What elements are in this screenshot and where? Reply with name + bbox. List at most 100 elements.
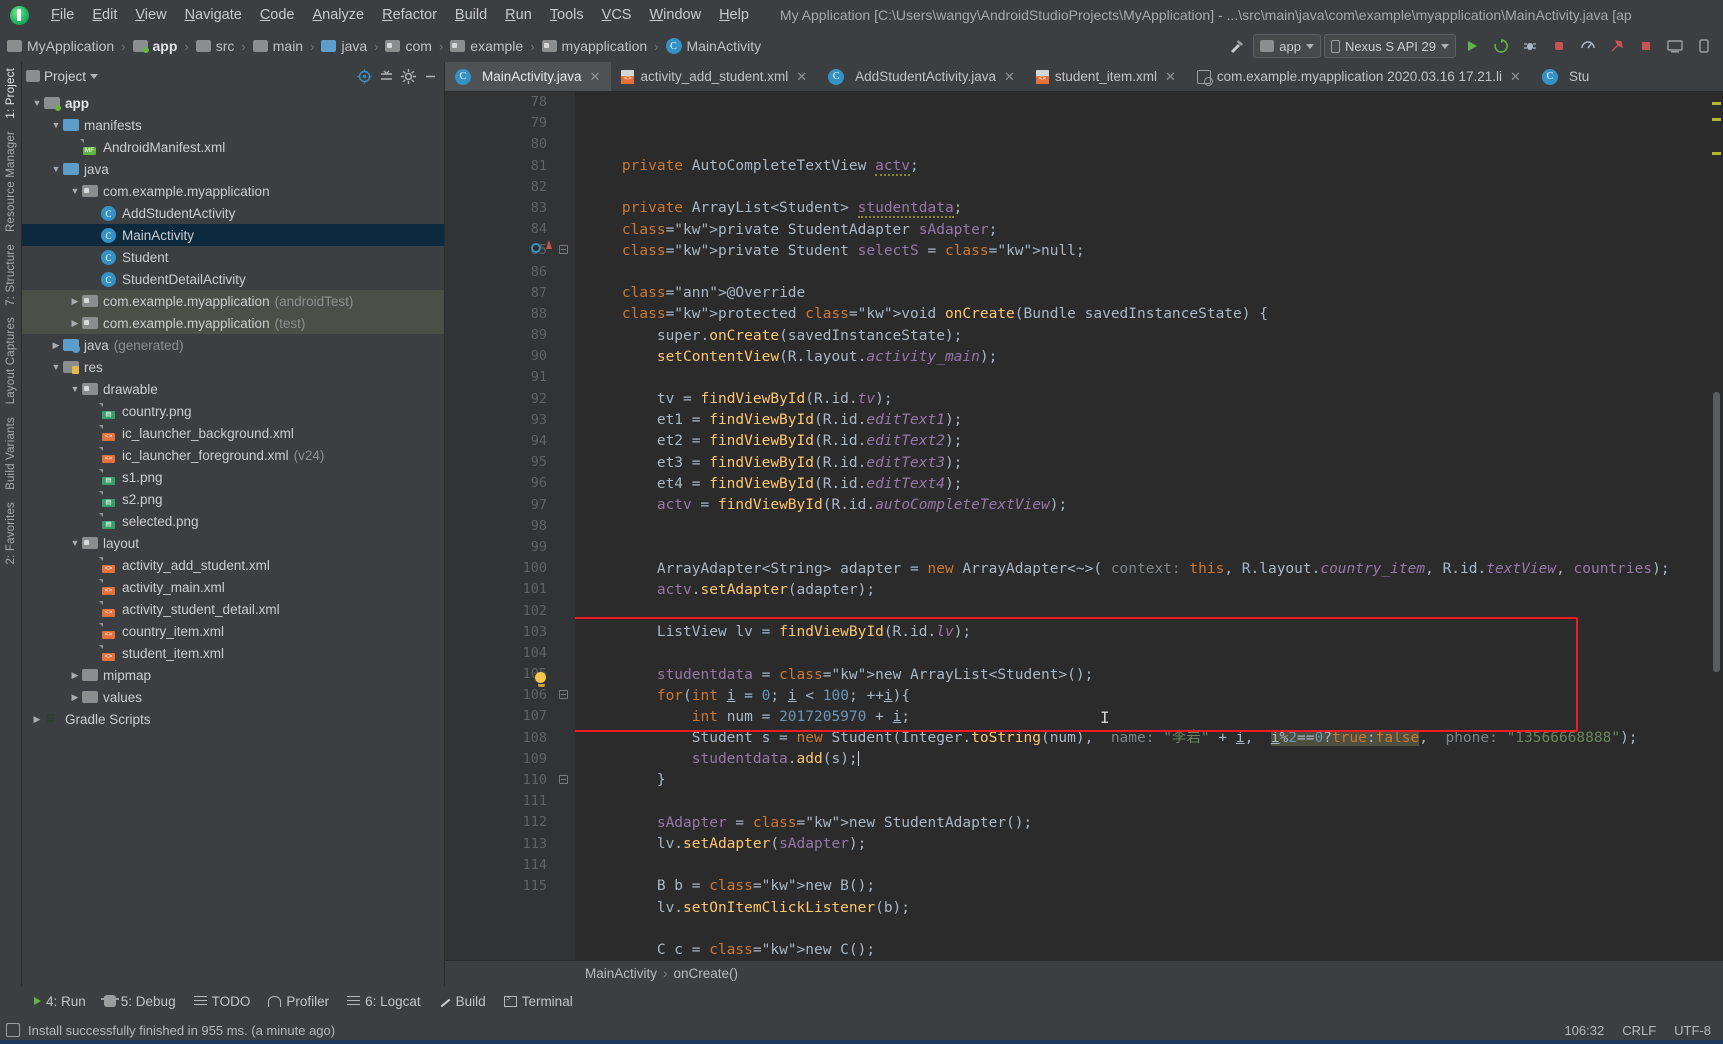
tree-item-studentdetailactivity[interactable]: C StudentDetailActivity bbox=[22, 268, 444, 290]
code-line-111[interactable] bbox=[587, 855, 1723, 876]
menu-edit[interactable]: Edit bbox=[83, 4, 126, 26]
tree-item-layout[interactable]: ▼ layout bbox=[22, 532, 444, 554]
tab-com-example-myapplication-2020-03-16-17-21-li[interactable]: com.example.myapplication 2020.03.16 17.… bbox=[1187, 62, 1532, 91]
breadcrumb-class[interactable]: MainActivity bbox=[585, 966, 657, 981]
code-line-87[interactable]: setContentView(R.layout.activity_main); bbox=[587, 347, 1723, 368]
breadcrumb-item-java[interactable]: java bbox=[318, 36, 370, 56]
code-line-79[interactable] bbox=[587, 177, 1723, 198]
code-line-93[interactable]: et4 = findViewById(R.id.editText4); bbox=[587, 474, 1723, 495]
code-line-97[interactable]: ArrayAdapter<String> adapter = new Array… bbox=[587, 559, 1723, 580]
tree-item-s1-png[interactable]: ▤ s1.png bbox=[22, 466, 444, 488]
code-line-80[interactable]: private ArrayList<Student> studentdata; bbox=[587, 198, 1723, 219]
tree-item-ic-launcher-background-xml[interactable]: <> ic_launcher_background.xml bbox=[22, 422, 444, 444]
code-line-113[interactable]: lv.setOnItemClickListener(b); bbox=[587, 898, 1723, 919]
close-icon[interactable]: ✕ bbox=[1004, 69, 1015, 85]
code-line-92[interactable]: et3 = findViewById(R.id.editText3); bbox=[587, 453, 1723, 474]
code-line-90[interactable]: et1 = findViewById(R.id.editText1); bbox=[587, 410, 1723, 431]
run-button[interactable] bbox=[1459, 34, 1485, 58]
chevron-down-icon[interactable]: ▼ bbox=[68, 538, 82, 548]
code-folding-strip[interactable] bbox=[555, 92, 575, 960]
tree-item-student[interactable]: C Student bbox=[22, 246, 444, 268]
code-line-104[interactable]: int num = 2017205970 + i; bbox=[587, 707, 1723, 728]
project-panel-title[interactable]: Project bbox=[26, 69, 99, 84]
menu-tools[interactable]: Tools bbox=[541, 4, 593, 26]
menu-run[interactable]: Run bbox=[496, 4, 541, 26]
collapse-all-icon[interactable] bbox=[376, 66, 396, 86]
chevron-right-icon[interactable]: ▶ bbox=[68, 692, 82, 703]
chevron-right-icon[interactable]: ▶ bbox=[68, 318, 82, 329]
tab-addstudentactivity-java[interactable]: C AddStudentActivity.java ✕ bbox=[818, 62, 1026, 91]
chevron-down-icon[interactable]: ▼ bbox=[49, 120, 63, 130]
editor-tab-strip[interactable]: C MainActivity.java ✕ <> activity_add_studen… bbox=[445, 62, 1723, 92]
breadcrumb-item-example[interactable]: example bbox=[447, 36, 526, 56]
code-editor[interactable]: 7879808182838485868788899091929394959697… bbox=[445, 92, 1723, 960]
code-line-82[interactable]: class="kw">private Student selectS = cla… bbox=[587, 241, 1723, 262]
tool-todo[interactable]: TODO bbox=[186, 991, 259, 1012]
run-configuration-selector[interactable]: app bbox=[1253, 34, 1321, 58]
chevron-right-icon[interactable]: ▶ bbox=[68, 670, 82, 681]
code-line-91[interactable]: et2 = findViewById(R.id.editText2); bbox=[587, 431, 1723, 452]
device-selector[interactable]: Nexus S API 29 bbox=[1323, 34, 1456, 58]
chevron-down-icon[interactable]: ▼ bbox=[68, 384, 82, 394]
tree-item-mainactivity[interactable]: C MainActivity bbox=[22, 224, 444, 246]
sidebar-item-structure[interactable]: 7: Structure bbox=[5, 238, 17, 312]
breadcrumb-method[interactable]: onCreate() bbox=[674, 966, 739, 981]
stop-icon[interactable] bbox=[1633, 34, 1659, 58]
close-icon[interactable]: ✕ bbox=[590, 69, 601, 85]
chevron-right-icon[interactable]: ▶ bbox=[30, 714, 44, 725]
tree-item-s2-png[interactable]: ▤ s2.png bbox=[22, 488, 444, 510]
tab-activity-add-student-xml[interactable]: <> activity_add_student.xml ✕ bbox=[611, 62, 818, 91]
file-encoding[interactable]: UTF-8 bbox=[1674, 1023, 1711, 1038]
tree-item-androidmanifest-xml[interactable]: MF AndroidManifest.xml bbox=[22, 136, 444, 158]
apply-changes-icon[interactable] bbox=[1488, 34, 1514, 58]
tree-item-ic-launcher-foreground-xml[interactable]: <> ic_launcher_foreground.xml (v24) bbox=[22, 444, 444, 466]
attach-debugger-icon[interactable] bbox=[1604, 34, 1630, 58]
code-line-108[interactable] bbox=[587, 792, 1723, 813]
chevron-down-icon[interactable]: ▼ bbox=[68, 186, 82, 196]
build-hammer-icon[interactable] bbox=[1224, 34, 1250, 58]
sidebar-item-project[interactable]: 1: Project bbox=[5, 62, 17, 125]
breadcrumb-item-main[interactable]: main bbox=[250, 36, 306, 56]
code-line-100[interactable]: ListView lv = findViewById(R.id.lv); bbox=[587, 622, 1723, 643]
code-line-112[interactable]: B b = class="kw">new B(); bbox=[587, 876, 1723, 897]
tree-item-activity-add-student-xml[interactable]: <> activity_add_student.xml bbox=[22, 554, 444, 576]
breadcrumb-item-app[interactable]: app bbox=[130, 36, 181, 56]
code-line-88[interactable] bbox=[587, 368, 1723, 389]
warning-stripe[interactable] bbox=[1712, 118, 1721, 121]
sidebar-item-build-variants[interactable]: Build Variants bbox=[5, 411, 17, 496]
tree-item-res[interactable]: ▼ res bbox=[22, 356, 444, 378]
tree-item-app[interactable]: ▼ app bbox=[22, 92, 444, 114]
hide-panel-icon[interactable] bbox=[420, 66, 440, 86]
tool-debug[interactable]: 5: Debug bbox=[96, 991, 184, 1012]
menu-view[interactable]: View bbox=[126, 4, 175, 26]
editor-vertical-scrollbar[interactable] bbox=[1710, 92, 1723, 960]
fold-marker-method[interactable] bbox=[559, 245, 568, 254]
code-line-94[interactable]: actv = findViewById(R.id.autoCompleteTex… bbox=[587, 495, 1723, 516]
tree-item-activity-student-detail-xml[interactable]: <> activity_student_detail.xml bbox=[22, 598, 444, 620]
breadcrumb-item-com[interactable]: com bbox=[382, 36, 434, 56]
menu-vcs[interactable]: VCS bbox=[593, 4, 641, 26]
code-text[interactable]: I private AutoCompleteTextView actv; pri… bbox=[575, 92, 1723, 960]
override-marker-icon[interactable] bbox=[531, 243, 541, 253]
menu-code[interactable]: Code bbox=[251, 4, 304, 26]
tree-item-drawable[interactable]: ▼ drawable bbox=[22, 378, 444, 400]
tool-run[interactable]: 4: Run bbox=[26, 991, 94, 1012]
tree-item-values[interactable]: ▶ values bbox=[22, 686, 444, 708]
menu-help[interactable]: Help bbox=[710, 4, 758, 26]
menu-window[interactable]: Window bbox=[640, 4, 710, 26]
close-icon[interactable]: ✕ bbox=[1165, 69, 1176, 85]
tree-item-country-item-xml[interactable]: <> country_item.xml bbox=[22, 620, 444, 642]
tree-item-student-item-xml[interactable]: <> student_item.xml bbox=[22, 642, 444, 664]
project-tree[interactable]: ▼ app ▼ manifests MF AndroidManifest.xml ▼ jav… bbox=[22, 90, 444, 986]
tool-profiler[interactable]: Profiler bbox=[260, 991, 337, 1012]
tree-item-addstudentactivity[interactable]: C AddStudentActivity bbox=[22, 202, 444, 224]
breadcrumb-item-mainactivity[interactable]: C MainActivity bbox=[663, 36, 765, 56]
menu-analyze[interactable]: Analyze bbox=[304, 4, 374, 26]
code-line-114[interactable] bbox=[587, 919, 1723, 940]
code-line-102[interactable]: studentdata = class="kw">new ArrayList<S… bbox=[587, 665, 1723, 686]
sidebar-item-layout-captures[interactable]: Layout Captures bbox=[5, 311, 17, 410]
sidebar-item-resource-manager[interactable]: Resource Manager bbox=[5, 125, 17, 238]
code-line-101[interactable] bbox=[587, 643, 1723, 664]
fold-marker-for-open[interactable] bbox=[559, 690, 568, 699]
code-line-98[interactable]: actv.setAdapter(adapter); bbox=[587, 580, 1723, 601]
